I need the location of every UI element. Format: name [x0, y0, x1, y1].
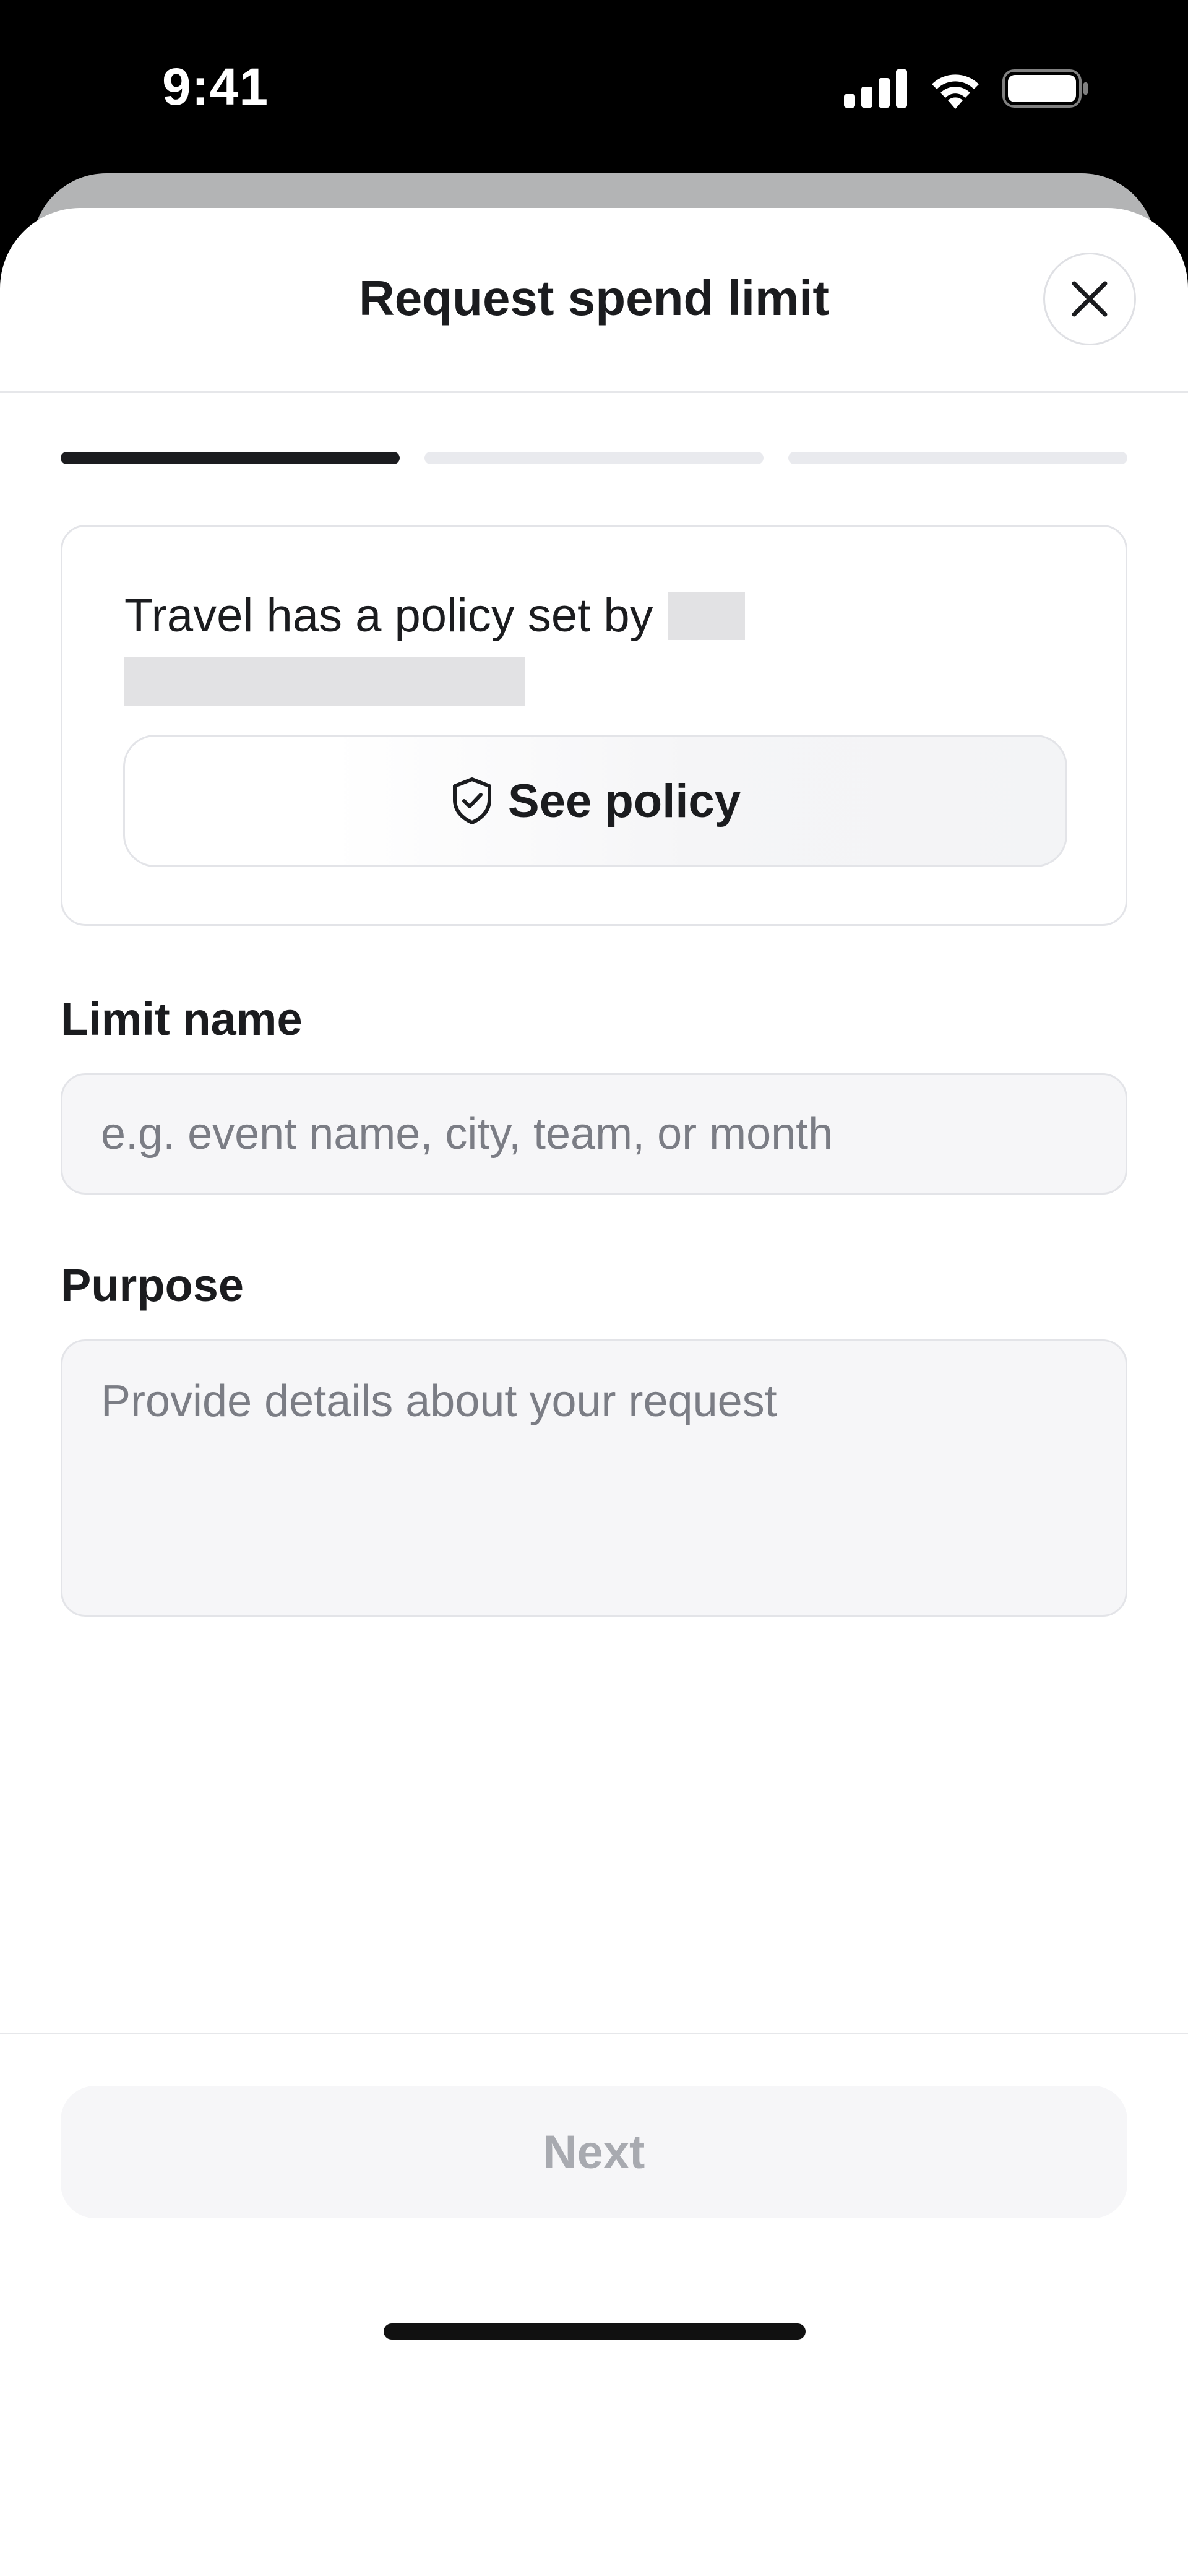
- progress-step-1: [61, 452, 400, 464]
- policy-card: Travel has a policy set by See policy: [61, 525, 1127, 926]
- progress-step-2: [424, 452, 764, 464]
- cellular-signal-icon: [844, 69, 907, 108]
- purpose-label: Purpose: [61, 1260, 244, 1311]
- redacted-text: [124, 657, 525, 706]
- home-indicator: [384, 2323, 806, 2340]
- wifi-icon: [932, 74, 979, 109]
- bottom-sheet: Request spend limit Travel has a policy …: [0, 208, 1188, 2576]
- limit-name-label: Limit name: [61, 993, 303, 1045]
- redacted-name: [668, 591, 745, 640]
- screen: 9:41 Request spend limit Travel has a po…: [0, 0, 1188, 2576]
- status-icons: [844, 68, 1089, 109]
- sheet-header: Request spend limit: [0, 208, 1188, 393]
- purpose-input[interactable]: [61, 1339, 1127, 1617]
- next-button[interactable]: Next: [61, 2086, 1127, 2218]
- status-time: 9:41: [162, 58, 269, 116]
- shield-check-icon: [453, 777, 492, 824]
- policy-text: Travel has a policy set by: [124, 589, 653, 642]
- close-button[interactable]: [1043, 253, 1136, 345]
- step-progress: [61, 452, 1127, 464]
- progress-step-3: [788, 452, 1127, 464]
- see-policy-label: See policy: [508, 774, 741, 828]
- status-bar: 9:41: [0, 0, 1188, 167]
- close-icon: [1072, 281, 1108, 317]
- policy-text-row: Travel has a policy set by: [124, 589, 745, 642]
- see-policy-button[interactable]: See policy: [123, 735, 1067, 867]
- sheet-title: Request spend limit: [358, 270, 830, 326]
- battery-icon: [1002, 69, 1088, 108]
- limit-name-input[interactable]: [61, 1073, 1127, 1195]
- footer-divider: [0, 2033, 1188, 2034]
